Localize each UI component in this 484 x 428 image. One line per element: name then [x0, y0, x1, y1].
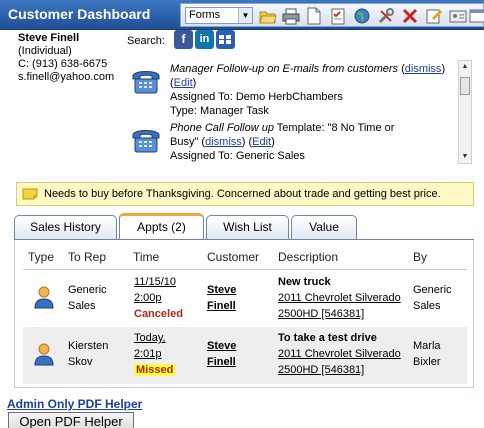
vehicle-stock-link[interactable]: 2500HD [546381] — [278, 362, 401, 378]
task-assigned: Assigned To: Generic Sales — [170, 150, 305, 162]
title-bar: Customer Dashboard Forms ▼ — [0, 0, 484, 30]
toolbar: Forms ▼ — [180, 3, 484, 27]
column-header-by: By — [413, 250, 428, 264]
task-template-cont: Busy" — [170, 136, 199, 148]
scroll-down-icon[interactable]: ▼ — [459, 151, 471, 163]
tab-value[interactable]: Value — [291, 215, 357, 239]
customer-note: Needs to buy before Thanksgiving. Concer… — [16, 182, 474, 206]
scroll-up-icon[interactable]: ▲ — [459, 61, 471, 73]
appointments-table: Type To Rep Time Customer Description By… — [14, 240, 474, 388]
column-header-type: Type — [28, 250, 55, 264]
scroll-thumb[interactable] — [460, 77, 470, 95]
description-title: To take a test drive — [278, 332, 377, 344]
tools-icon[interactable] — [377, 7, 395, 25]
tasks-panel: Manager Follow-up on E-mails from custom… — [125, 58, 473, 164]
header-divider — [23, 269, 467, 270]
person-icon — [34, 286, 54, 309]
tasks-scrollbar[interactable]: ▲ ▼ — [458, 60, 472, 164]
edit-form-icon[interactable] — [425, 7, 443, 25]
checklist-icon[interactable] — [329, 7, 347, 25]
contact-type: (Individual) — [18, 45, 72, 57]
search-label: Search: — [127, 35, 165, 47]
phone-icon — [132, 130, 160, 153]
appt-date-link[interactable]: Today, — [134, 330, 175, 346]
appt-date-link[interactable]: 11/15/10 — [134, 274, 183, 290]
task-type: Type: Manager Task — [170, 105, 269, 117]
rep-name: Generic Sales — [68, 284, 107, 312]
facebook-icon[interactable]: f — [174, 30, 193, 49]
open-pdf-helper-button[interactable]: Open PDF Helper — [8, 412, 134, 428]
contact-info: Steve Finell (Individual) C: (913) 638-6… — [18, 32, 128, 84]
appt-time[interactable]: 11/15/10 2:00p Canceled — [134, 274, 183, 322]
tab-sales-history[interactable]: Sales History — [14, 215, 117, 239]
table-row[interactable]: Kiersten Skov Today, 2:01p Missed Steve F… — [23, 327, 467, 384]
new-document-icon[interactable] — [305, 7, 323, 25]
appt-time[interactable]: Today, 2:01p Missed — [134, 330, 176, 378]
tab-wish-list[interactable]: Wish List — [206, 215, 289, 239]
created-by: Generic Sales — [413, 284, 452, 312]
tab-appts[interactable]: Appts (2) — [119, 213, 204, 239]
admin-pdf-helper-link[interactable]: Admin Only PDF Helper — [7, 397, 142, 411]
chevron-down-icon[interactable]: ▼ — [238, 8, 252, 23]
task-template: Template: "8 No Time or — [273, 122, 395, 134]
created-by: Marla Bixler — [413, 340, 441, 368]
phone-icon — [132, 71, 160, 94]
linkedin-icon[interactable]: in — [195, 30, 214, 49]
column-header-customer: Customer — [207, 250, 260, 264]
edit-link[interactable]: Edit — [252, 136, 271, 148]
task-assigned: Assigned To: Demo HerbChambers — [170, 91, 343, 103]
note-icon — [22, 188, 38, 200]
delete-icon[interactable] — [401, 7, 419, 25]
vehicle-link[interactable]: 2011 Chevrolet Silverado — [278, 290, 401, 306]
rep-name: Kiersten Skov — [68, 340, 109, 368]
appt-time-link[interactable]: 2:01p — [134, 346, 175, 362]
contact-phone: C: (913) 638-6675 — [18, 58, 108, 70]
description-title: New truck — [278, 276, 331, 288]
note-text: Needs to buy before Thanksgiving. Concer… — [44, 188, 441, 200]
globe-icon[interactable] — [353, 7, 371, 25]
print-icon[interactable] — [282, 7, 300, 25]
table-row[interactable]: Generic Sales 11/15/10 2:00p Canceled Ste… — [23, 271, 467, 325]
contact-email: s.finell@yahoo.com — [18, 71, 115, 83]
appt-time-link[interactable]: 2:00p — [134, 290, 183, 306]
appt-description: New truck 2011 Chevrolet Silverado 2500H… — [278, 274, 401, 322]
task-title: Manager Follow-up on E-mails from custom… — [170, 63, 399, 75]
column-header-time: Time — [133, 250, 160, 264]
folder-open-icon[interactable] — [259, 7, 277, 25]
person-icon — [34, 343, 54, 366]
dismiss-link[interactable]: dismiss — [405, 63, 442, 75]
customer-link[interactable]: Steve Finell — [207, 338, 236, 370]
task-text: Manager Follow-up on E-mails from custom… — [170, 62, 455, 118]
window-icon[interactable] — [469, 7, 484, 25]
task-title: Phone Call Follow up — [170, 122, 274, 134]
status-badge: Missed — [134, 364, 176, 376]
vehicle-stock-link[interactable]: 2500HD [546381] — [278, 306, 401, 322]
edit-link[interactable]: Edit — [174, 77, 193, 89]
customer-link[interactable]: Steve Finell — [207, 282, 236, 314]
contact-card-icon[interactable] — [449, 7, 467, 25]
forms-dropdown[interactable]: Forms ▼ — [185, 7, 253, 24]
task-text: Phone Call Follow up Template: "8 No Tim… — [170, 121, 455, 163]
status-badge: Canceled — [134, 308, 183, 320]
dismiss-link[interactable]: dismiss — [205, 136, 242, 148]
column-header-rep: To Rep — [68, 250, 107, 264]
vehicle-link[interactable]: 2011 Chevrolet Silverado — [278, 346, 401, 362]
window-title: Customer Dashboard — [8, 6, 151, 22]
contact-name: Steve Finell — [18, 32, 80, 44]
column-header-description: Description — [278, 250, 339, 264]
forms-dropdown-value: Forms — [189, 9, 221, 21]
appt-description: To take a test drive 2011 Chevrolet Silv… — [278, 330, 401, 378]
yahoo-search-icon[interactable] — [216, 30, 235, 49]
